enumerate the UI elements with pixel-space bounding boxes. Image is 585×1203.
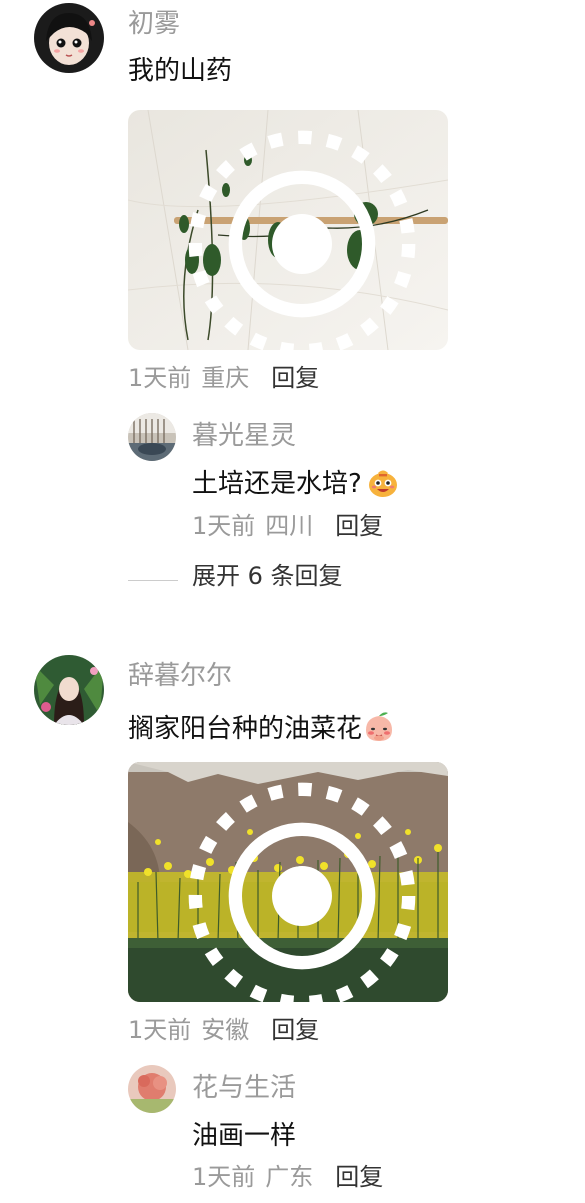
- avatar[interactable]: [34, 655, 104, 725]
- expand-replies-button[interactable]: 展开 6 条回复: [192, 564, 343, 588]
- reply-username[interactable]: 暮光星灵: [192, 423, 296, 449]
- reply-username[interactable]: 花与生活: [192, 1075, 296, 1101]
- comment-text: 我的山药: [128, 56, 233, 86]
- comment-photo[interactable]: [128, 110, 448, 350]
- reply-meta: 1天前 四川 回复: [192, 514, 383, 538]
- reply-meta: 1天前 广东 回复: [192, 1165, 383, 1189]
- reply-text: 油画一样: [192, 1121, 297, 1151]
- reply-button[interactable]: 回复: [335, 512, 383, 540]
- avatar[interactable]: [128, 413, 176, 461]
- reply-location: 广东: [265, 1163, 314, 1191]
- reply-time: 1天前: [192, 1163, 256, 1191]
- comment-username[interactable]: 初雾: [128, 11, 180, 37]
- live-photo-icon: [188, 130, 416, 350]
- reply-time: 1天前: [192, 512, 256, 540]
- reply-text: 土培还是水培?: [192, 465, 400, 504]
- reply-button[interactable]: 回复: [271, 1016, 319, 1044]
- comment-text: 搁家阳台种的油菜花: [128, 710, 396, 749]
- reply-text-content: 土培还是水培?: [192, 469, 362, 499]
- avatar[interactable]: [34, 3, 104, 73]
- comment-time: 1天前: [128, 364, 192, 392]
- comment-text-content: 搁家阳台种的油菜花: [128, 714, 363, 744]
- comment-location: 安徽: [201, 1016, 250, 1044]
- expand-divider: [128, 580, 178, 581]
- shy-peach-emoji: [362, 710, 396, 749]
- comment-meta: 1天前 重庆 回复: [128, 366, 319, 390]
- avatar[interactable]: [128, 1065, 176, 1113]
- reply-button[interactable]: 回复: [271, 364, 319, 392]
- comment-meta: 1天前 安徽 回复: [128, 1018, 319, 1042]
- comment-username[interactable]: 辞暮尔尔: [128, 663, 232, 689]
- comment-location: 重庆: [201, 364, 250, 392]
- reply-button[interactable]: 回复: [335, 1163, 383, 1191]
- comment-time: 1天前: [128, 1016, 192, 1044]
- comment-photo[interactable]: [128, 762, 448, 1002]
- money-bag-face-emoji: [366, 465, 400, 504]
- live-photo-icon: [188, 782, 416, 1002]
- reply-location: 四川: [265, 512, 314, 540]
